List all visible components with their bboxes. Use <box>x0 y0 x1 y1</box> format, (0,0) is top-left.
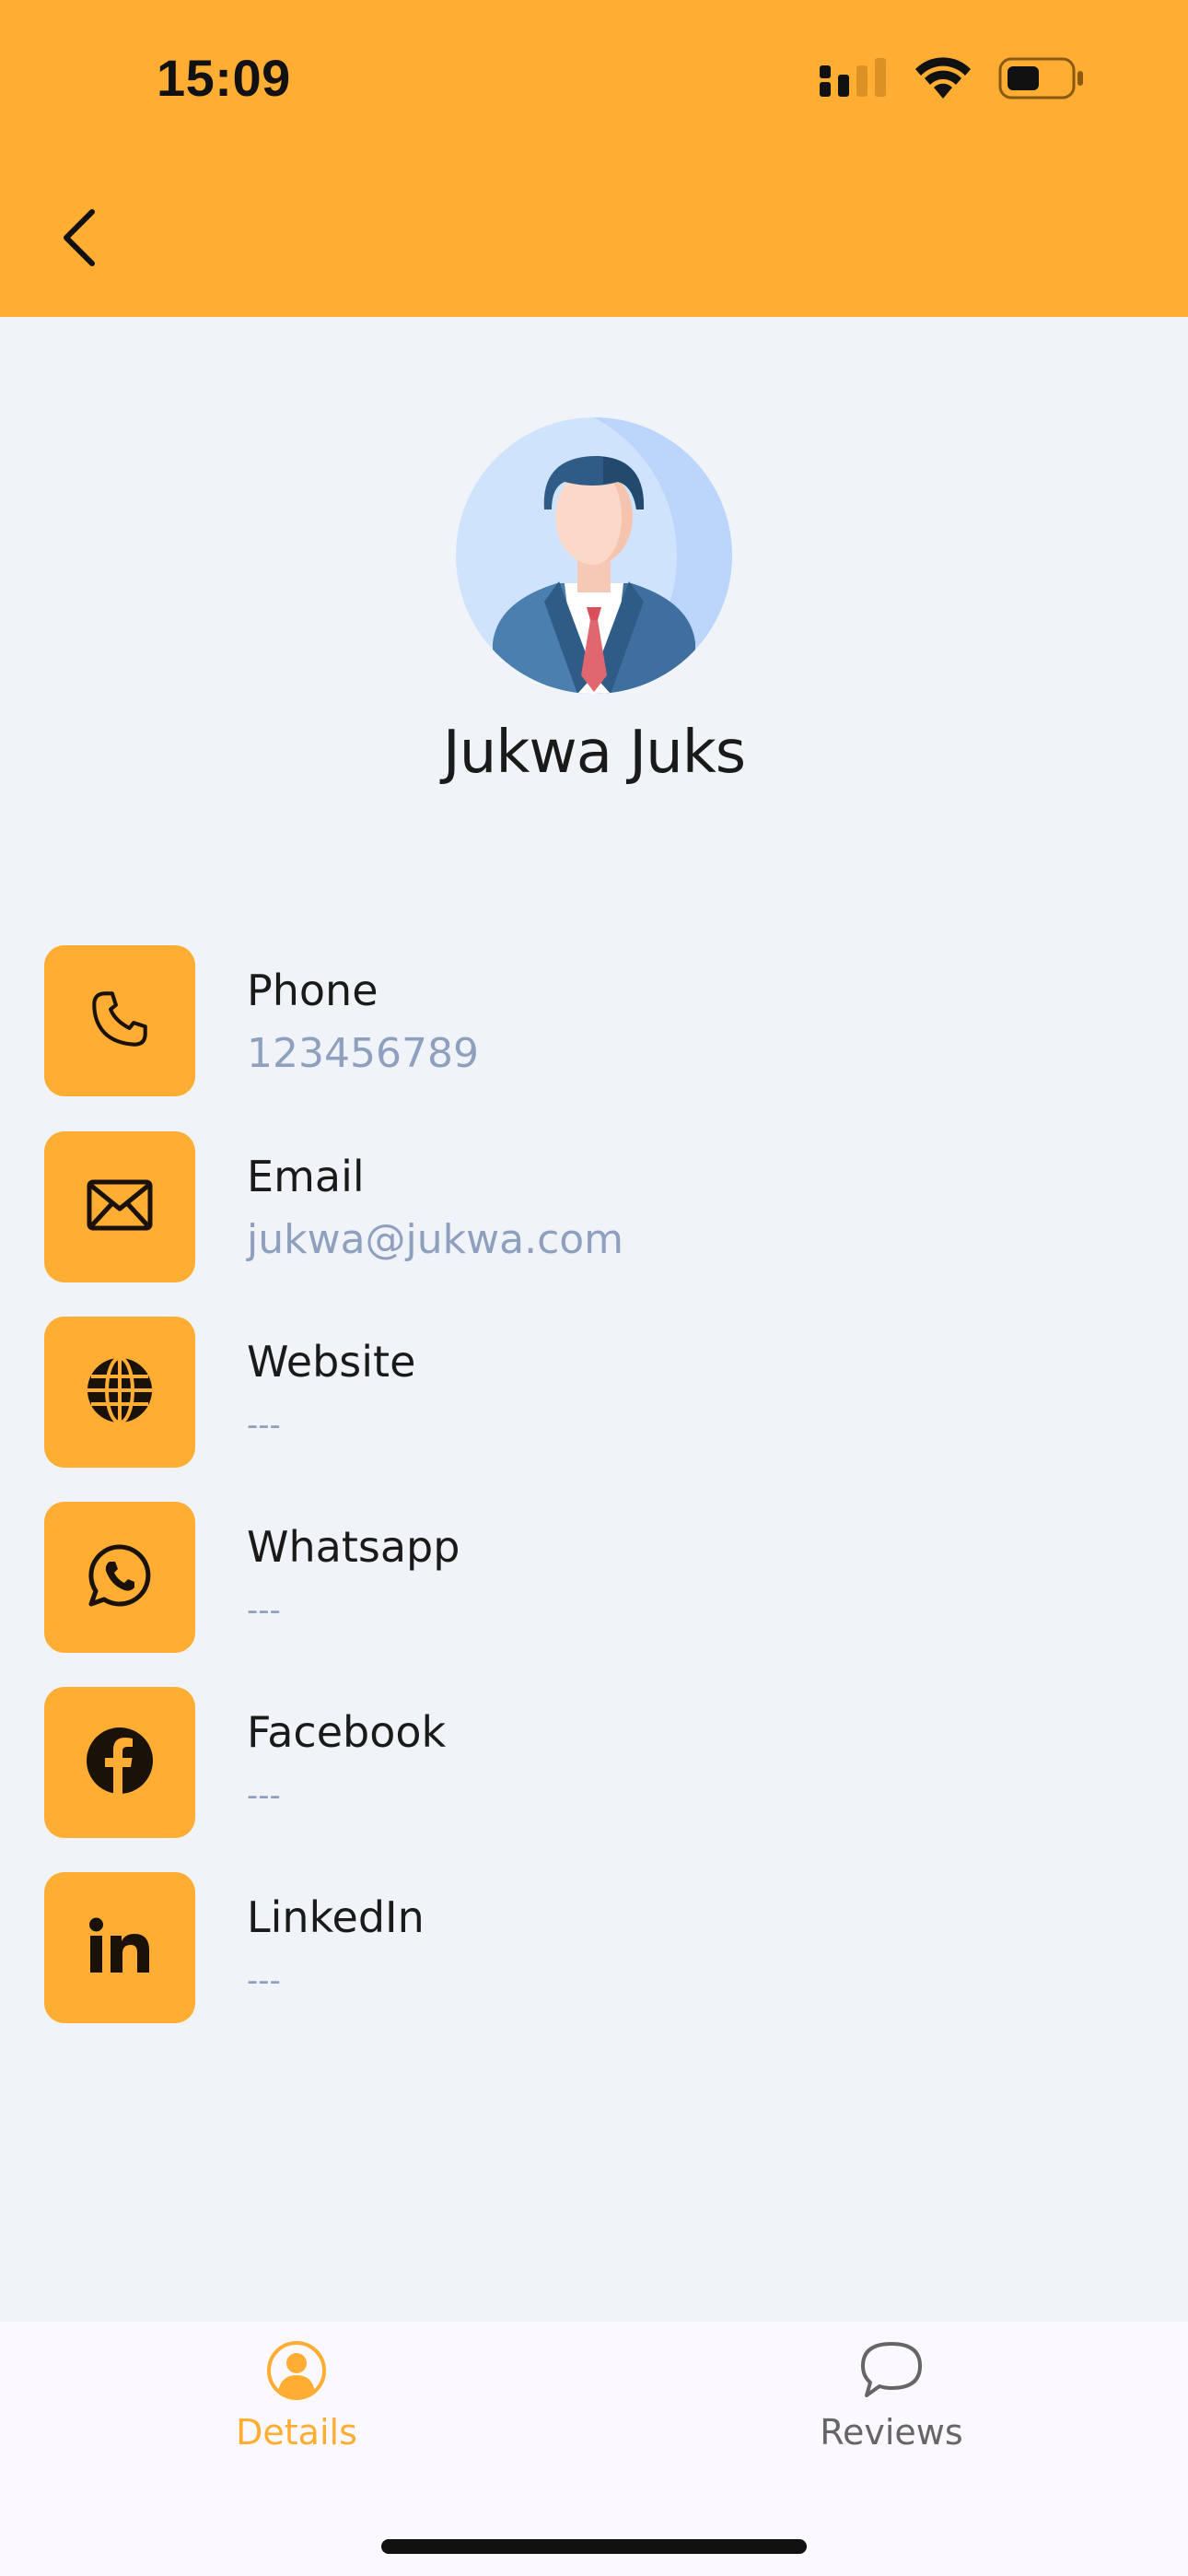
status-time: 15:09 <box>157 49 291 107</box>
contact-row-email[interactable]: Email jukwa@jukwa.com <box>44 1131 1149 1282</box>
tab-details[interactable]: Details <box>158 2340 435 2497</box>
contact-value: 123456789 <box>247 1030 479 1077</box>
contact-value: --- <box>247 1407 281 1444</box>
contact-label: Phone <box>247 966 379 1015</box>
tab-reviews[interactable]: Reviews <box>753 2340 1030 2497</box>
phone-icon <box>87 987 152 1055</box>
contact-row-phone[interactable]: Phone 123456789 <box>44 945 1149 1096</box>
profile-name: Jukwa Juks <box>442 719 746 787</box>
contact-row-whatsapp[interactable]: Whatsapp --- <box>44 1502 1149 1653</box>
contact-label: Facebook <box>247 1707 447 1757</box>
contact-icon-box <box>44 1131 195 1282</box>
person-icon <box>266 2340 327 2405</box>
home-indicator[interactable] <box>381 2539 807 2554</box>
contact-icon-box <box>44 1317 195 1468</box>
contact-row-facebook[interactable]: Facebook --- <box>44 1687 1149 1838</box>
contact-label: Email <box>247 1152 365 1201</box>
envelope-icon <box>87 1179 153 1235</box>
status-icons <box>820 55 1085 105</box>
contact-row-website[interactable]: Website --- <box>44 1317 1149 1468</box>
contact-value: --- <box>247 1962 281 1999</box>
app-header: 15:09 <box>0 0 1188 317</box>
contact-icon-box <box>44 945 195 1096</box>
contact-label: LinkedIn <box>247 1892 425 1942</box>
contact-icon-box <box>44 1502 195 1653</box>
tab-label: Reviews <box>820 2412 963 2453</box>
wifi-icon <box>914 56 973 104</box>
back-button[interactable] <box>52 203 107 276</box>
profile-avatar <box>456 417 732 694</box>
contact-row-linkedin[interactable]: LinkedIn --- <box>44 1872 1149 2023</box>
contact-icon-box <box>44 1872 195 2023</box>
battery-icon <box>998 57 1085 103</box>
whatsapp-icon <box>87 1543 152 1611</box>
contact-label: Website <box>247 1337 416 1387</box>
chat-bubble-icon <box>859 2340 924 2405</box>
linkedin-icon <box>88 1917 151 1978</box>
contact-value: --- <box>247 1592 281 1629</box>
contact-value: jukwa@jukwa.com <box>247 1216 624 1263</box>
contact-value: --- <box>247 1777 281 1814</box>
tab-label: Details <box>236 2412 357 2453</box>
contact-icon-box <box>44 1687 195 1838</box>
contact-label: Whatsapp <box>247 1522 460 1572</box>
chevron-left-icon <box>61 208 98 271</box>
globe-icon <box>86 1356 154 1428</box>
businessman-avatar-icon <box>456 417 732 697</box>
cellular-signal-icon <box>820 58 888 102</box>
facebook-icon <box>86 1727 154 1798</box>
bottom-tab-bar: Details Reviews <box>0 2322 1188 2576</box>
